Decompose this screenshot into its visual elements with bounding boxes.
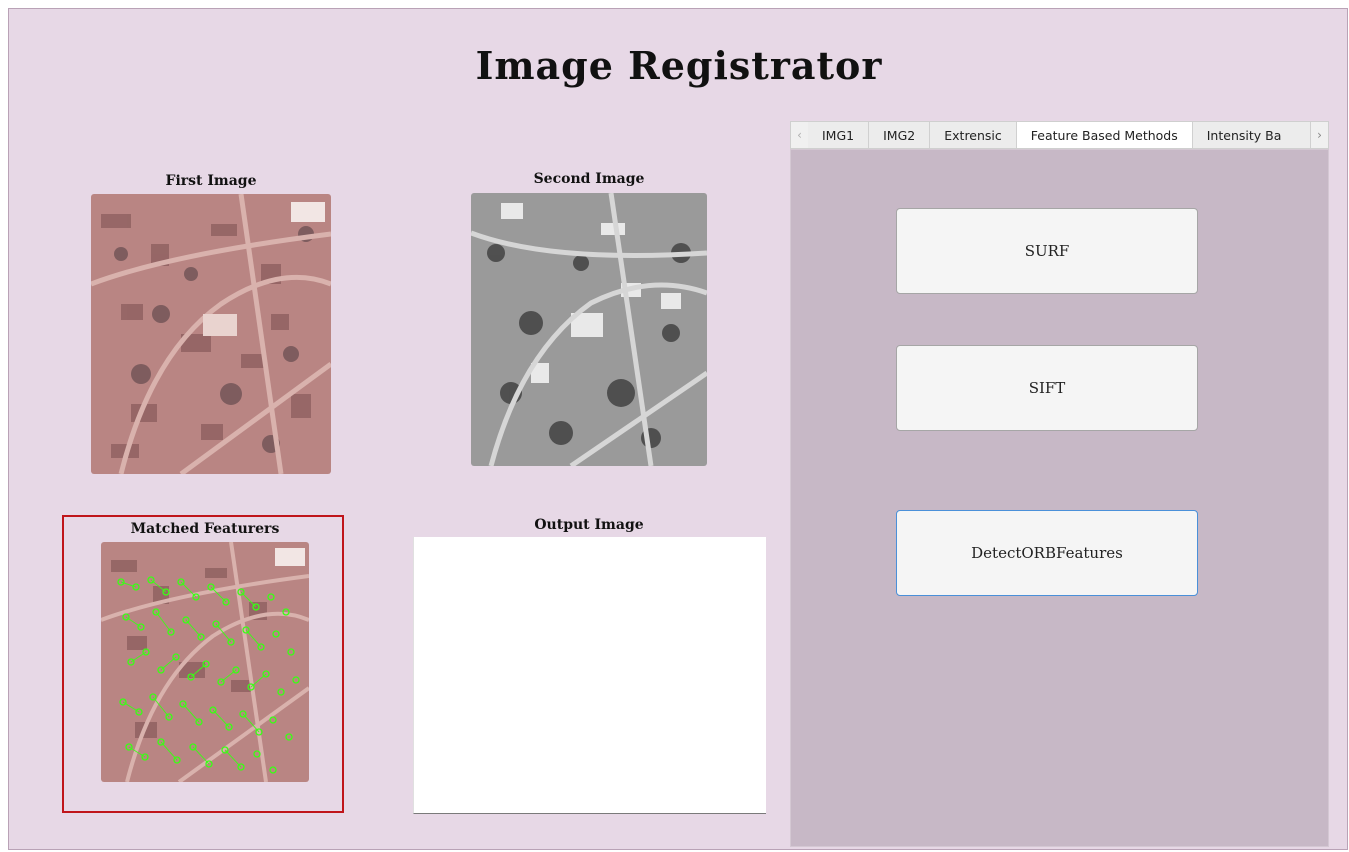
second-image-label: Second Image [533,171,645,187]
detect-orb-features-button[interactable]: DetectORBFeatures [896,510,1198,596]
matched-features-label: Matched Featurers [130,521,280,537]
tab-feature-based-methods[interactable]: Feature Based Methods [1016,122,1193,148]
second-image [471,193,707,466]
output-image-label: Output Image [534,517,644,533]
tab-bar: ‹ IMG1 IMG2 Extrensic Feature Based Meth… [790,121,1329,149]
app-title: Image Registrator [475,43,883,88]
first-image [91,194,331,474]
app-window: Image Registrator First Image Second Ima… [8,8,1348,850]
tab-scroll-left-icon[interactable]: ‹ [791,122,808,148]
sift-button[interactable]: SIFT [896,345,1198,431]
first-image-label: First Image [165,173,257,189]
feature-based-methods-panel: SURF SIFT DetectORBFeatures [790,149,1329,847]
output-image [413,537,766,814]
tab-img1[interactable]: IMG1 [808,122,870,148]
method-tab-group: ‹ IMG1 IMG2 Extrensic Feature Based Meth… [790,121,1329,847]
tab-intensity-based[interactable]: Intensity Ba [1192,122,1311,148]
matched-features-image [101,542,309,782]
tab-extrensic[interactable]: Extrensic [930,122,1017,148]
surf-button[interactable]: SURF [896,208,1198,294]
tab-scroll-right-icon[interactable]: › [1311,122,1328,148]
tab-img2[interactable]: IMG2 [869,122,931,148]
